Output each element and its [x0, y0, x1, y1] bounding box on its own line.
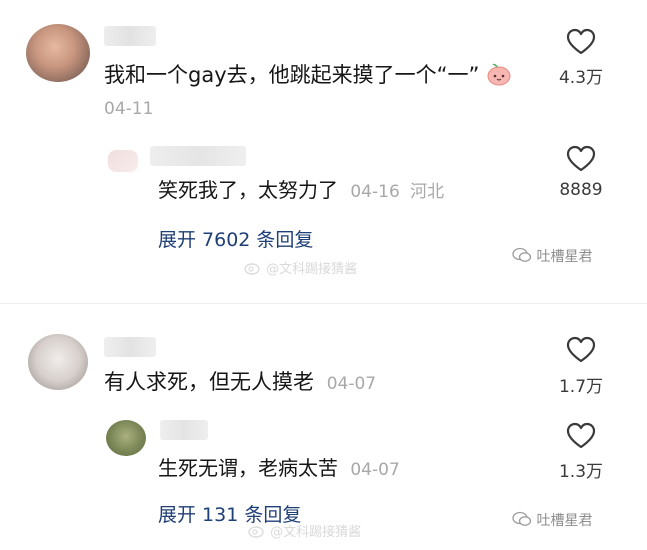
comment-text: 我和一个gay去，他跳起来摸了一个“一” [104, 62, 512, 90]
reply-text: 生死无谓，老病太苦 04-07 [158, 456, 400, 480]
heart-icon[interactable] [566, 28, 596, 56]
reply-like-count: 8889 [559, 180, 603, 200]
reply-location: 河北 [410, 182, 445, 202]
weibo-logo-icon [248, 524, 266, 542]
expand-replies-link[interactable]: 展开 7602 条回复 [158, 225, 313, 252]
like-count: 4.3万 [558, 68, 604, 88]
reply-date: 04-07 [350, 460, 400, 480]
avatar[interactable] [28, 334, 88, 390]
reply-username-blurred[interactable] [160, 420, 208, 440]
avatar[interactable] [26, 24, 90, 82]
wechat-logo-icon [512, 247, 532, 267]
comment-date: 04-11 [104, 99, 154, 119]
comment-text: 有人求死，但无人摸老 04-07 [104, 370, 377, 394]
reply-date: 04-16 [350, 182, 400, 202]
reply-avatar[interactable] [106, 420, 146, 456]
heart-icon[interactable] [566, 336, 596, 364]
reply-text: 笑死我了，太努力了 04-16 河北 [158, 178, 445, 202]
weibo-watermark: @文科踢接猜酱 [244, 258, 357, 279]
reply-heart-icon[interactable] [566, 422, 596, 450]
wechat-logo-icon [512, 511, 532, 531]
wechat-watermark: 吐槽星君 [512, 246, 592, 267]
username-blurred[interactable] [104, 337, 156, 357]
username-blurred[interactable] [104, 26, 156, 46]
reply-heart-icon[interactable] [566, 145, 596, 173]
weibo-watermark: @文科踢接猜酱 [248, 521, 361, 542]
comment-date: 04-07 [326, 374, 377, 394]
weibo-logo-icon [244, 261, 262, 279]
like-count: 1.7万 [558, 377, 604, 397]
reply-avatar[interactable] [108, 150, 138, 172]
peach-emoji-icon [486, 62, 512, 90]
wechat-watermark: 吐槽星君 [512, 510, 592, 531]
reply-like-count: 1.3万 [558, 462, 604, 482]
divider [0, 303, 647, 304]
reply-username-blurred[interactable] [150, 146, 246, 166]
